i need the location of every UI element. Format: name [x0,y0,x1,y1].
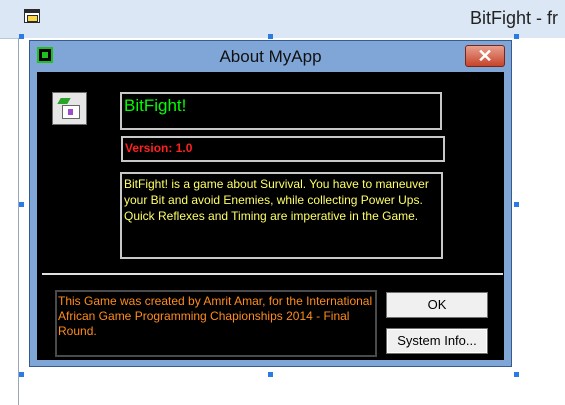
ok-button[interactable]: OK [386,292,488,318]
dialog-client-area: BitFight! Version: 1.0 BitFight! is a ga… [37,72,504,360]
resize-handle-left[interactable] [19,202,24,207]
resize-handle-bottom-right[interactable] [514,372,519,377]
system-info-button[interactable]: System Info... [386,328,488,354]
app-name-label: BitFight! [120,92,442,130]
description-label: BitFight! is a game about Survival. You … [120,172,443,259]
version-label: Version: 1.0 [121,136,445,162]
dialog-title: About MyApp [219,47,322,66]
resize-handle-top-left[interactable] [19,34,24,39]
resize-handle-right[interactable] [514,202,519,207]
form-icon [24,9,40,23]
window-icon [62,105,80,119]
about-dialog: About MyApp ✕ BitFight! Version: 1.0 Bit… [29,40,512,367]
parent-window-titlebar: BitFight - fr [0,0,565,39]
resize-handle-bottom-left[interactable] [19,372,24,377]
resize-handle-top[interactable] [268,34,273,39]
parent-window-title: BitFight - fr [470,8,559,28]
divider [42,273,503,275]
credits-label: This Game was created by Amrit Amar, for… [55,290,377,357]
dialog-titlebar[interactable]: About MyApp ✕ [30,41,511,73]
resize-handle-bottom[interactable] [268,372,273,377]
resize-handle-top-right[interactable] [514,34,519,39]
close-button[interactable]: ✕ [465,45,505,67]
application-icon [52,92,87,125]
arrow-icon [57,98,71,104]
